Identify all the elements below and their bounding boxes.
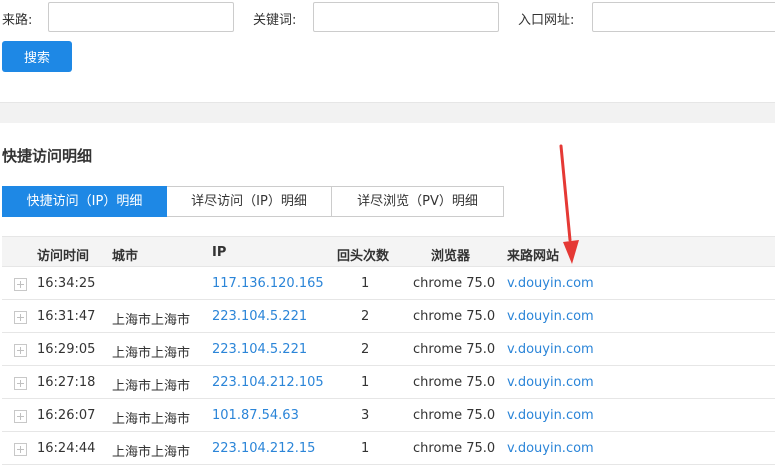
- browser: chrome 75.0: [413, 309, 496, 324]
- table-row[interactable]: 16:34:25 117.136.120.165 1 chrome 75.0 v…: [2, 267, 775, 300]
- visit-detail-table: 访问时间 城市 IP 回头次数 浏览器 来路网站 16:34:25 117.13…: [2, 236, 775, 465]
- ip-link[interactable]: 223.104.212.15: [212, 441, 315, 456]
- tab-quick-visit-ip[interactable]: 快捷访问（IP）明细: [2, 186, 167, 217]
- visit-time: 16:24:44: [37, 441, 96, 456]
- expand-icon[interactable]: [14, 410, 27, 423]
- browser: chrome 75.0: [413, 375, 496, 390]
- ip-link[interactable]: 223.104.212.105: [212, 375, 324, 390]
- return-count: 1: [361, 276, 370, 291]
- visit-time: 16:27:18: [37, 375, 96, 390]
- return-count: 1: [361, 375, 370, 390]
- referrer-link[interactable]: v.douyin.com: [507, 342, 594, 357]
- browser: chrome 75.0: [413, 342, 496, 357]
- expand-icon[interactable]: [14, 278, 27, 291]
- header-referrer: 来路网站: [507, 249, 560, 264]
- keyword-input[interactable]: [313, 2, 499, 32]
- visit-time: 16:26:07: [37, 408, 96, 423]
- city: 上海市上海市: [112, 346, 191, 361]
- filter-bar: 来路: 关键词: 入口网址:: [0, 0, 775, 36]
- header-browser: 浏览器: [431, 249, 471, 264]
- detail-tabs: 快捷访问（IP）明细 详尽访问（IP）明细 详尽浏览（PV）明细: [2, 186, 504, 217]
- tab-detailed-browse-pv[interactable]: 详尽浏览（PV）明细: [332, 186, 504, 217]
- keyword-label: 关键词:: [253, 13, 297, 28]
- section-divider: [0, 102, 775, 123]
- return-count: 2: [361, 309, 370, 324]
- city: 上海市上海市: [112, 313, 191, 328]
- city: 上海市上海市: [112, 445, 191, 460]
- ip-link[interactable]: 223.104.5.221: [212, 342, 307, 357]
- section-title: 快捷访问明细: [2, 147, 93, 165]
- table-row[interactable]: 16:26:07 上海市上海市 101.87.54.63 3 chrome 75…: [2, 399, 775, 432]
- entry-url-label: 入口网址:: [518, 13, 575, 28]
- expand-icon[interactable]: [14, 311, 27, 324]
- return-count: 1: [361, 441, 370, 456]
- source-input[interactable]: [48, 2, 234, 32]
- ip-link[interactable]: 117.136.120.165: [212, 276, 324, 291]
- ip-link[interactable]: 223.104.5.221: [212, 309, 307, 324]
- tab-detailed-visit-ip[interactable]: 详尽访问（IP）明细: [167, 186, 332, 217]
- ip-link[interactable]: 101.87.54.63: [212, 408, 299, 423]
- browser: chrome 75.0: [413, 408, 496, 423]
- visit-time: 16:34:25: [37, 276, 96, 291]
- header-return-count: 回头次数: [337, 249, 390, 264]
- referrer-link[interactable]: v.douyin.com: [507, 276, 594, 291]
- city: 上海市上海市: [112, 379, 191, 394]
- entry-url-input[interactable]: [592, 2, 775, 32]
- browser: chrome 75.0: [413, 276, 496, 291]
- referrer-link[interactable]: v.douyin.com: [507, 408, 594, 423]
- search-button[interactable]: 搜索: [2, 41, 72, 72]
- table-row[interactable]: 16:31:47 上海市上海市 223.104.5.221 2 chrome 7…: [2, 300, 775, 333]
- referrer-link[interactable]: v.douyin.com: [507, 375, 594, 390]
- visit-time: 16:29:05: [37, 342, 96, 357]
- visit-time: 16:31:47: [37, 309, 96, 324]
- table-row[interactable]: 16:24:44 上海市上海市 223.104.212.15 1 chrome …: [2, 432, 775, 465]
- browser: chrome 75.0: [413, 441, 496, 456]
- source-label: 来路:: [2, 13, 33, 28]
- city: 上海市上海市: [112, 412, 191, 427]
- referrer-link[interactable]: v.douyin.com: [507, 309, 594, 324]
- expand-icon[interactable]: [14, 344, 27, 357]
- table-header: 访问时间 城市 IP 回头次数 浏览器 来路网站: [2, 236, 775, 267]
- expand-icon[interactable]: [14, 377, 27, 390]
- table-row[interactable]: 16:27:18 上海市上海市 223.104.212.105 1 chrome…: [2, 366, 775, 399]
- return-count: 2: [361, 342, 370, 357]
- header-ip: IP: [212, 245, 227, 260]
- header-city: 城市: [112, 249, 139, 264]
- return-count: 3: [361, 408, 370, 423]
- table-row[interactable]: 16:29:05 上海市上海市 223.104.5.221 2 chrome 7…: [2, 333, 775, 366]
- referrer-link[interactable]: v.douyin.com: [507, 441, 594, 456]
- header-visit-time: 访问时间: [37, 249, 90, 264]
- expand-icon[interactable]: [14, 443, 27, 456]
